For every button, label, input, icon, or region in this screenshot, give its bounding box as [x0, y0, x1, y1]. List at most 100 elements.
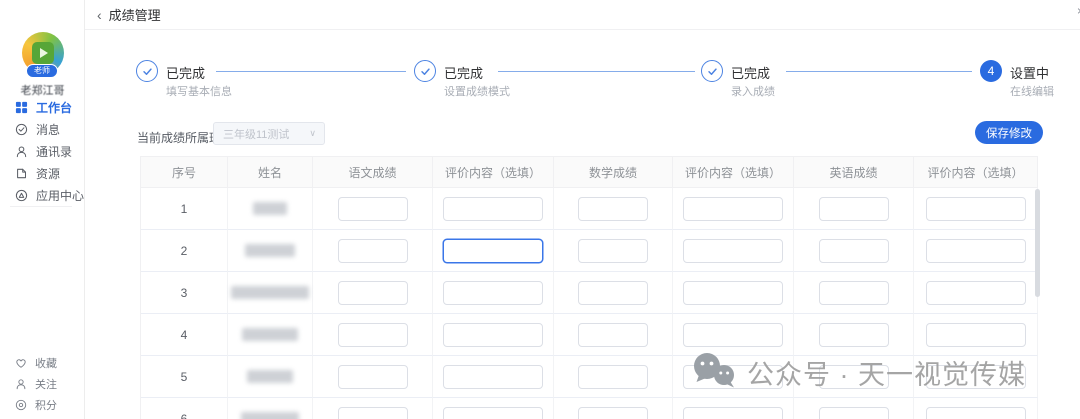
sidebar-item-resources[interactable]: 资源 [0, 162, 85, 184]
math-comment-input[interactable] [683, 322, 783, 347]
math-comment-input[interactable] [683, 406, 783, 419]
chinese-comment-input[interactable] [443, 196, 543, 221]
sidebar-item-heart[interactable]: 收藏 [0, 352, 85, 373]
sidebar-item-follow[interactable]: 关注 [0, 373, 85, 394]
row-number: 2 [180, 243, 188, 258]
math-score-input[interactable] [578, 280, 648, 305]
row-number: 5 [180, 369, 188, 384]
table-scrollbar[interactable] [1035, 189, 1040, 297]
english-comment-input[interactable] [925, 322, 1026, 347]
student-name-redacted [245, 244, 295, 257]
english-score-input[interactable] [818, 406, 889, 419]
english-score-cell [794, 314, 914, 356]
student-name-redacted [247, 370, 293, 383]
english-score-input[interactable] [818, 364, 889, 389]
english-score-cell [794, 356, 914, 398]
class-select[interactable]: 三年级11测试 ∨ [213, 122, 325, 145]
table-body: 1 2 3 4 5 6 [141, 188, 1038, 419]
english-score-cell [794, 398, 914, 419]
step-done-check-icon [414, 60, 436, 82]
english-score-input[interactable] [818, 322, 889, 347]
math-score-input[interactable] [578, 406, 648, 419]
grid-icon [15, 101, 28, 114]
sidebar-item-app-center[interactable]: 应用中心 [0, 184, 85, 206]
sidebar-divider [10, 206, 72, 207]
chinese-comment-input[interactable] [443, 238, 543, 263]
play-logo-icon [32, 42, 54, 64]
sidebar-item-grid[interactable]: 工作台 [0, 96, 85, 118]
chinese-comment-input[interactable] [443, 322, 543, 347]
math-score-input[interactable] [578, 196, 648, 221]
sidebar-item-points[interactable]: 积分 [0, 394, 85, 415]
step-title: 已完成 [166, 66, 206, 81]
student-name-cell [228, 188, 313, 230]
chinese-comment-input[interactable] [443, 364, 543, 389]
row-number-cell: 1 [141, 188, 228, 230]
row-number-cell: 6 [141, 398, 228, 419]
math-score-cell [554, 314, 673, 356]
english-comment-input[interactable] [925, 406, 1026, 419]
math-score-input[interactable] [578, 238, 648, 263]
math-comment-input[interactable] [683, 364, 783, 389]
student-name-redacted [242, 328, 298, 341]
english-comment-input[interactable] [925, 238, 1026, 263]
english-score-cell [794, 272, 914, 314]
chinese-comment-input[interactable] [443, 406, 543, 419]
sidebar-item-label: 通讯录 [36, 144, 73, 159]
chinese-comment-input[interactable] [443, 280, 543, 305]
contacts-icon [15, 145, 28, 158]
english-score-input[interactable] [818, 238, 889, 263]
main-content: 已完成 填写基本信息 已完成 设置成绩模式 已完成 录入成绩 4 设置中 在线编辑 当前成绩所属… [85, 30, 1080, 419]
math-score-cell [554, 230, 673, 272]
sidebar-item-label: 应用中心 [36, 188, 85, 203]
english-comment-cell [914, 188, 1038, 230]
back-button[interactable]: ‹ [97, 8, 102, 22]
step-connector [498, 71, 695, 72]
sidebar-menu: 工作台 消息通讯录资源应用中心 [0, 96, 85, 206]
save-button[interactable]: 保存修改 [975, 121, 1043, 144]
chinese-score-input[interactable] [337, 280, 408, 305]
chinese-comment-cell [433, 356, 554, 398]
english-comment-cell [914, 272, 1038, 314]
points-icon [15, 399, 27, 411]
math-comment-input[interactable] [683, 196, 783, 221]
chinese-score-input[interactable] [337, 196, 408, 221]
chinese-comment-cell [433, 188, 554, 230]
row-number-cell: 2 [141, 230, 228, 272]
student-name-cell [228, 272, 313, 314]
step-title: 设置中 [1010, 66, 1050, 81]
sidebar-item-message[interactable]: 消息 [0, 118, 85, 140]
math-score-input[interactable] [578, 364, 648, 389]
column-header: 评价内容（选填） [914, 157, 1038, 188]
english-comment-input[interactable] [925, 280, 1026, 305]
english-comment-cell [914, 398, 1038, 419]
english-score-cell [794, 188, 914, 230]
math-score-cell [554, 188, 673, 230]
chinese-score-input[interactable] [337, 238, 408, 263]
chinese-score-cell [313, 230, 433, 272]
chinese-score-cell [313, 188, 433, 230]
chinese-score-input[interactable] [337, 406, 408, 419]
english-comment-input[interactable] [925, 364, 1026, 389]
table-row: 2 [141, 230, 1038, 272]
grades-table: 序号 姓名 语文成绩 评价内容（选填） 数学成绩 评价内容（选填） 英语成绩 评价内容（选填）… [140, 156, 1040, 419]
sidebar-item-label: 关注 [35, 378, 57, 391]
row-number: 3 [180, 285, 188, 300]
sidebar-item-label: 积分 [35, 399, 57, 412]
sidebar: 老师 老郑江哥 工作台 消息 通讯录 资源 应用中心 收藏 关注 积分 [0, 0, 85, 419]
sidebar-item-contacts[interactable]: 通讯录 [0, 140, 85, 162]
english-score-input[interactable] [818, 280, 889, 305]
table-row: 3 [141, 272, 1038, 314]
math-comment-cell [673, 272, 794, 314]
math-comment-input[interactable] [683, 238, 783, 263]
math-score-input[interactable] [578, 322, 648, 347]
sidebar-item-label: 资源 [36, 166, 61, 181]
english-score-input[interactable] [818, 196, 889, 221]
step-subtitle: 填写基本信息 [166, 86, 232, 98]
math-comment-input[interactable] [683, 280, 783, 305]
chinese-score-input[interactable] [337, 364, 408, 389]
chinese-score-input[interactable] [337, 322, 408, 347]
row-number-cell: 3 [141, 272, 228, 314]
student-name-cell [228, 398, 313, 419]
english-comment-input[interactable] [925, 196, 1026, 221]
